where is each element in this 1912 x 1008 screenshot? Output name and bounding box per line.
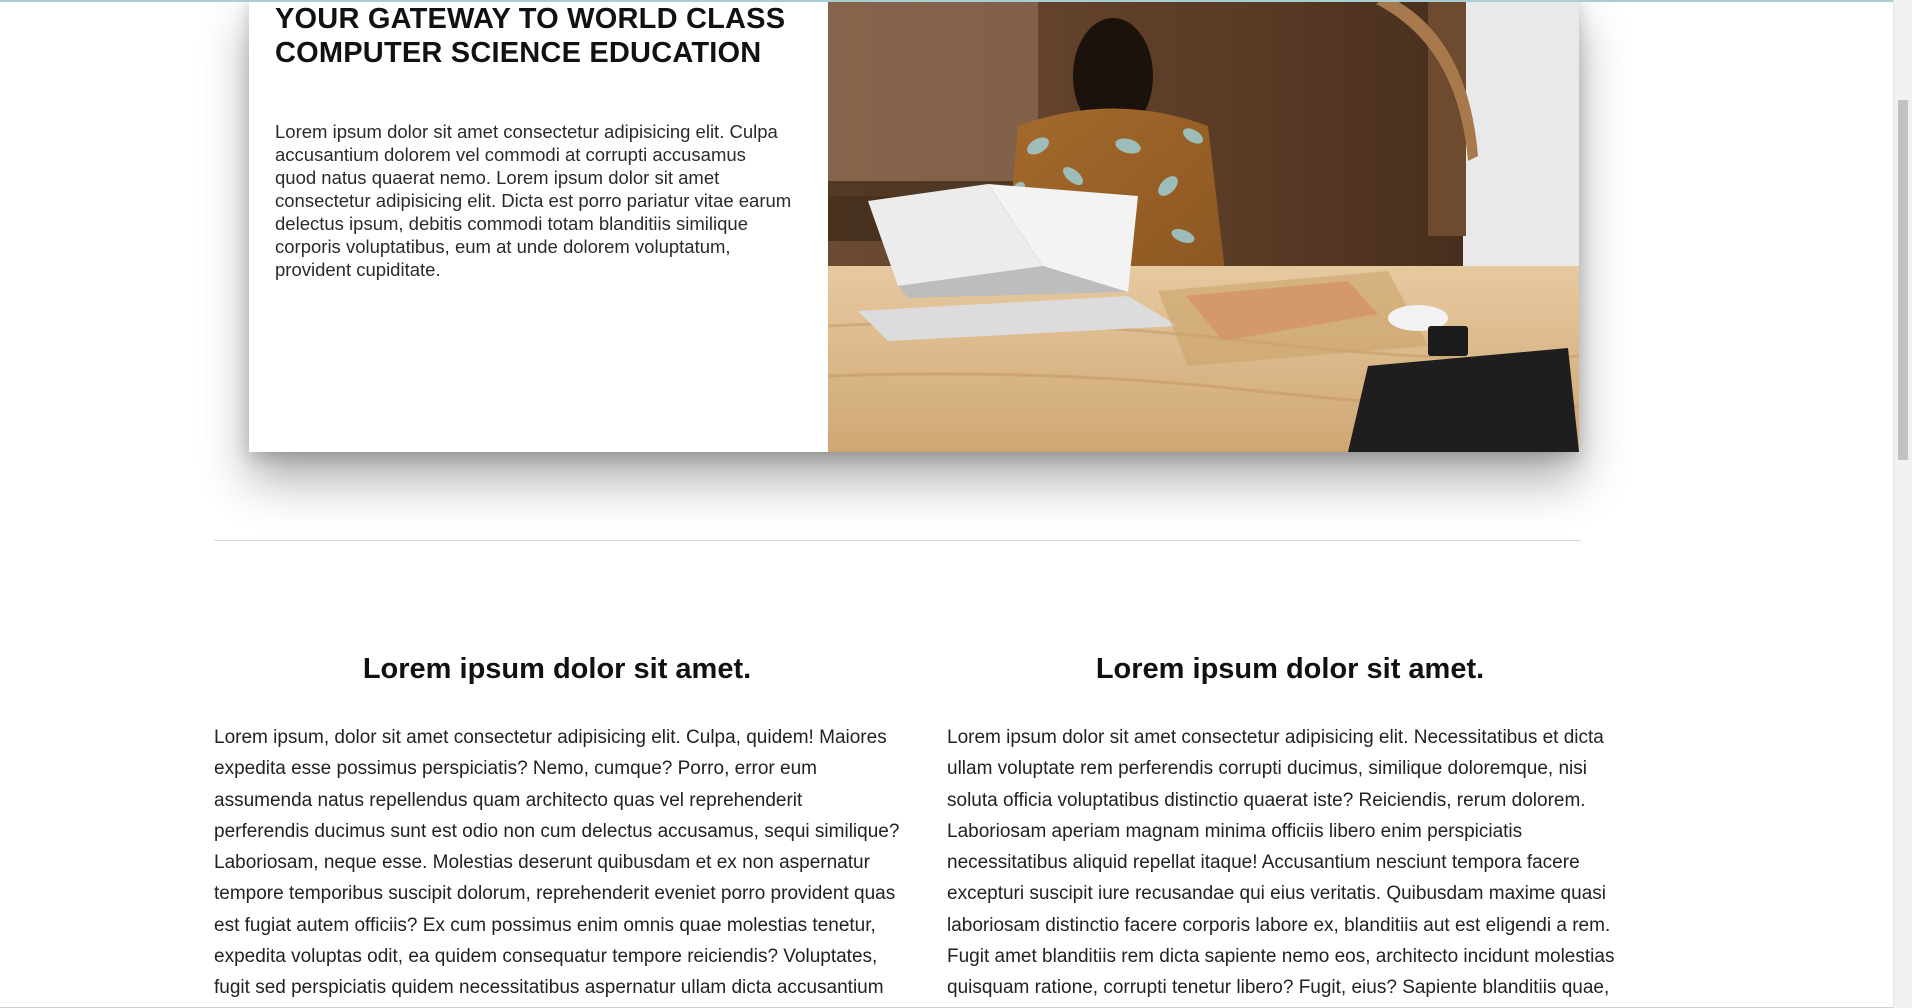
hero-text-panel: YOUR GATEWAY TO WORLD CLASS COMPUTER SCI… xyxy=(249,0,828,452)
feature-column-left: Lorem ipsum dolor sit amet. Lorem ipsum,… xyxy=(214,650,900,1008)
section-divider xyxy=(214,540,1581,541)
feature-column-right: Lorem ipsum dolor sit amet. Lorem ipsum … xyxy=(947,650,1633,1008)
page-viewport: YOUR GATEWAY TO WORLD CLASS COMPUTER SCI… xyxy=(0,0,1893,1008)
vertical-scrollbar[interactable] xyxy=(1893,0,1912,1008)
hero-title: YOUR GATEWAY TO WORLD CLASS COMPUTER SCI… xyxy=(275,3,786,69)
hero-paragraph: Lorem ipsum dolor sit amet consectetur a… xyxy=(275,121,792,280)
hero-photo-student-reading xyxy=(828,0,1579,452)
feature-heading: Lorem ipsum dolor sit amet. xyxy=(1095,653,1485,685)
hero-card: YOUR GATEWAY TO WORLD CLASS COMPUTER SCI… xyxy=(249,0,1579,452)
feature-heading: Lorem ipsum dolor sit amet. xyxy=(362,653,752,685)
scrollbar-thumb[interactable] xyxy=(1898,100,1908,460)
window-top-edge xyxy=(0,0,1912,2)
feature-body: Lorem ipsum, dolor sit amet consectetur … xyxy=(214,727,900,999)
feature-body: Lorem ipsum dolor sit amet consectetur a… xyxy=(947,727,1615,999)
